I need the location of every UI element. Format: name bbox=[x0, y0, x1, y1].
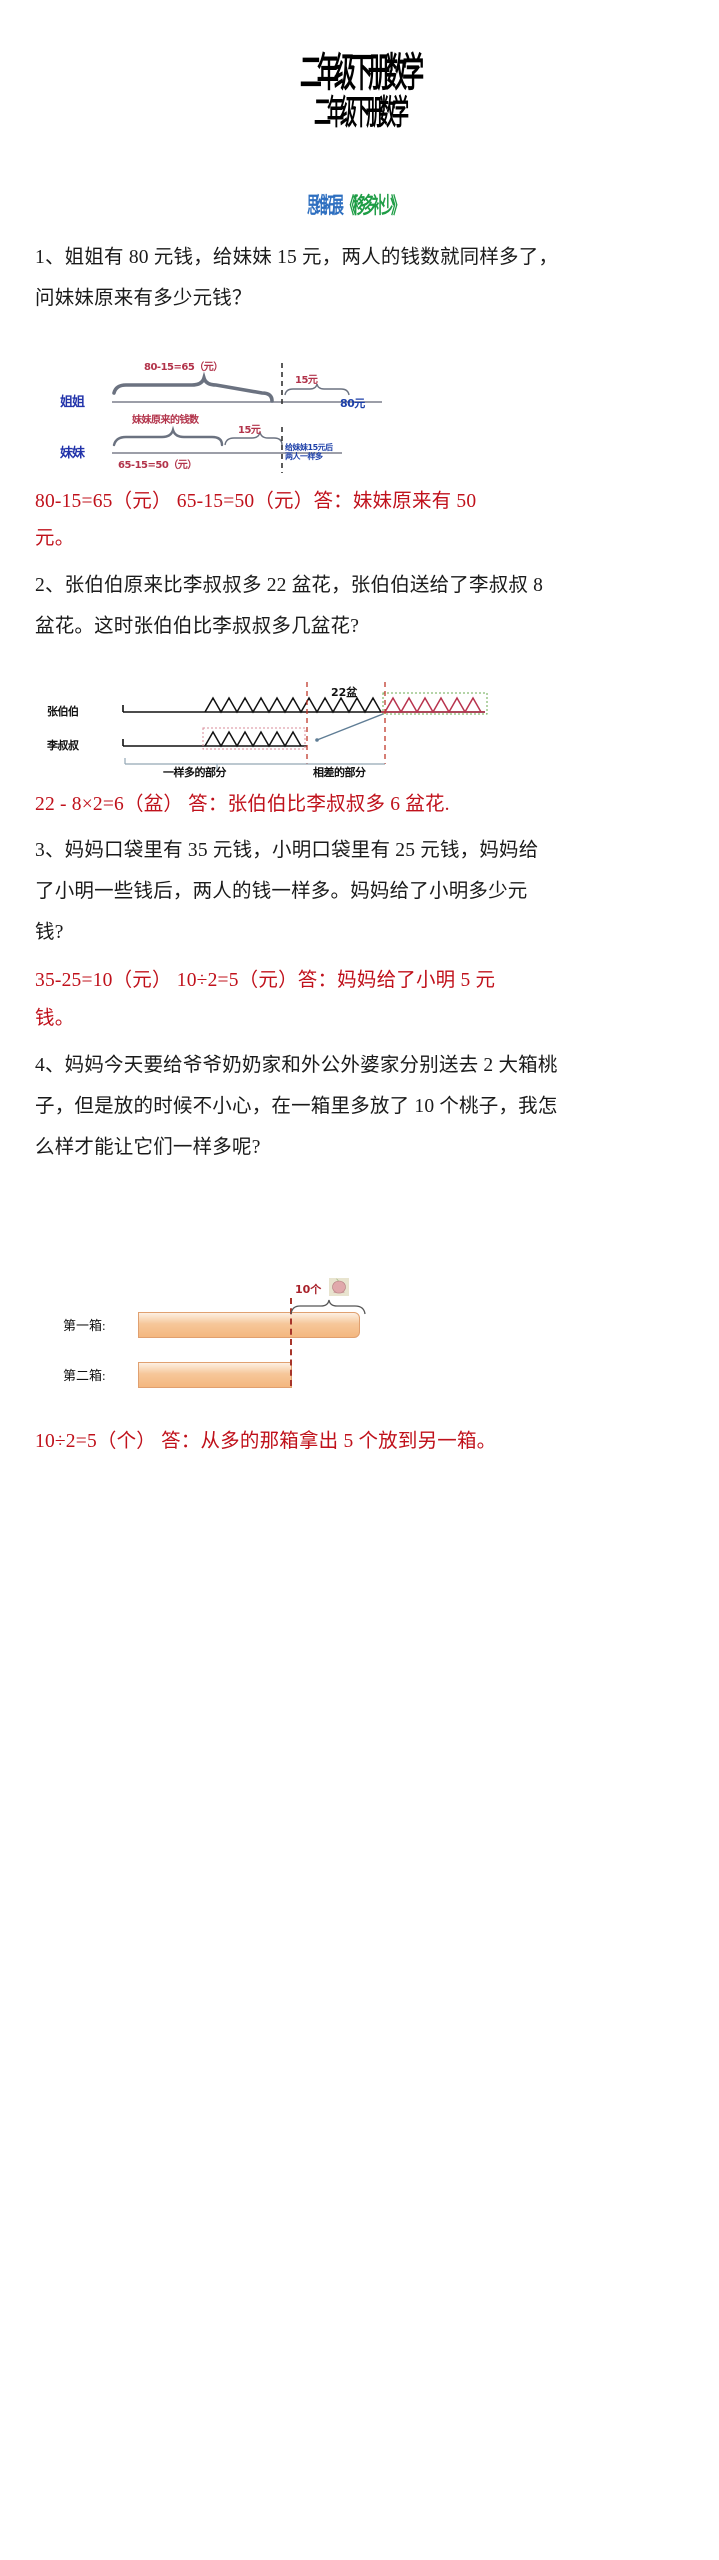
problem-1-line-1: 1、姐姐有 80 元钱，给妹妹 15 元，两人的钱数就同样多了， bbox=[35, 247, 559, 268]
diagram-1-row-2-label: 妹妹 bbox=[60, 446, 85, 461]
diagram-flowerpot: 张伯伯 李叔叔 22盆 一样多的部分 相差的部分 bbox=[45, 660, 665, 779]
problem-1-answer-line-1: 80-15=65（元） 65-15=50（元）答：妹妹原来有 50 bbox=[35, 491, 477, 512]
subtitle-category: 思维拓展 bbox=[307, 194, 344, 219]
diagram-1-svg bbox=[112, 363, 382, 473]
problem-4-line-1: 4、妈妈今天要给爷爷奶奶家和外公外婆家分别送去 2 大箱桃 bbox=[35, 1055, 558, 1076]
diagram-3-brace-svg bbox=[290, 1299, 366, 1315]
diagram-2-difference-text: 22盆 bbox=[331, 686, 358, 699]
diagram-1-row-2-bracket-text: 妹妹原来的钱数 bbox=[132, 415, 199, 426]
diagram-1-row-1-label: 姐姐 bbox=[60, 395, 85, 410]
diagram-2-caption-right: 相差的部分 bbox=[313, 766, 366, 779]
diagram-3-box-1-label: 第一箱: bbox=[63, 1318, 106, 1333]
diagram-2-svg bbox=[122, 682, 488, 770]
diagram-sister-money: 姐姐 妹妹 80-15=65（元） 15元 80元 妹妹原来的钱数 15元 65… bbox=[52, 345, 482, 475]
worksheet-page: 二年级下册数学 二年级下册数学 思维拓展《移多补少》 1、姐姐有 80 元钱，给… bbox=[0, 0, 719, 2560]
problem-3-line-2: 了小明一些钱后，两人的钱一样多。妈妈给了小明多少元 bbox=[35, 881, 528, 902]
problem-3-line-3: 钱? bbox=[35, 922, 64, 943]
diagram-1-row-2-right-text: 15元 bbox=[238, 425, 261, 436]
page-title: 二年级下册数学 bbox=[299, 50, 424, 96]
problem-3-answer-line-1: 35-25=10（元） 10÷2=5（元）答：妈妈给了小明 5 元 bbox=[35, 970, 496, 991]
subtitle-block: 思维拓展《移多补少》 bbox=[0, 188, 719, 220]
diagram-1-note-line-2: 两人一样多 bbox=[285, 452, 323, 461]
subtitle-topic: 《移多补少》 bbox=[342, 194, 404, 219]
diagram-1-top-bracket-text: 80-15=65（元） bbox=[144, 362, 223, 373]
peach-icon bbox=[329, 1278, 349, 1296]
diagram-3-box-2-label: 第二箱: bbox=[63, 1368, 106, 1383]
problem-2-line-1: 2、张伯伯原来比李叔叔多 22 盆花，张伯伯送给了李叔叔 8 bbox=[35, 575, 544, 596]
diagram-2-row-2-label: 李叔叔 bbox=[47, 739, 79, 752]
title-block: 二年级下册数学 二年级下册数学 bbox=[0, 52, 719, 130]
page-title-shadow: 二年级下册数学 bbox=[314, 93, 409, 133]
problem-3-answer-line-2: 钱。 bbox=[35, 1008, 75, 1029]
diagram-2-caption-left: 一样多的部分 bbox=[163, 766, 227, 779]
problem-2-answer-line-1: 22 - 8×2=6（盆） 答：张伯伯比李叔叔多 6 盆花. bbox=[35, 794, 450, 815]
problem-4-answer-line-1: 10÷2=5（个） 答：从多的那箱拿出 5 个放到另一箱。 bbox=[35, 1431, 497, 1452]
problem-4-line-2: 子，但是放的时候不小心，在一箱里多放了 10 个桃子，我怎 bbox=[35, 1096, 558, 1117]
diagram-1-note-line-1: 给妹妹15元后 bbox=[285, 443, 333, 452]
problem-4-line-3: 么样才能让它们一样多呢? bbox=[35, 1137, 261, 1158]
diagram-3-extra-count: 10个 bbox=[295, 1283, 322, 1296]
problem-1-line-2: 问妹妹原来有多少元钱？ bbox=[35, 288, 252, 309]
diagram-peach-boxes: 第一箱: 第二箱: 10个 bbox=[45, 1278, 465, 1410]
diagram-3-box-2-bar bbox=[138, 1362, 292, 1388]
problem-1-answer-line-2: 元。 bbox=[35, 528, 75, 549]
diagram-1-right-bracket-text: 15元 bbox=[295, 375, 318, 386]
diagram-1-row-2-bottom-text: 65-15=50（元） bbox=[118, 460, 197, 471]
diagram-2-row-1-label: 张伯伯 bbox=[47, 705, 79, 718]
problem-2-line-2: 盆花。这时张伯伯比李叔叔多几盆花? bbox=[35, 616, 360, 637]
diagram-1-total-text: 80元 bbox=[340, 397, 365, 410]
problem-3-line-1: 3、妈妈口袋里有 35 元钱，小明口袋里有 25 元钱，妈妈给 bbox=[35, 840, 539, 861]
